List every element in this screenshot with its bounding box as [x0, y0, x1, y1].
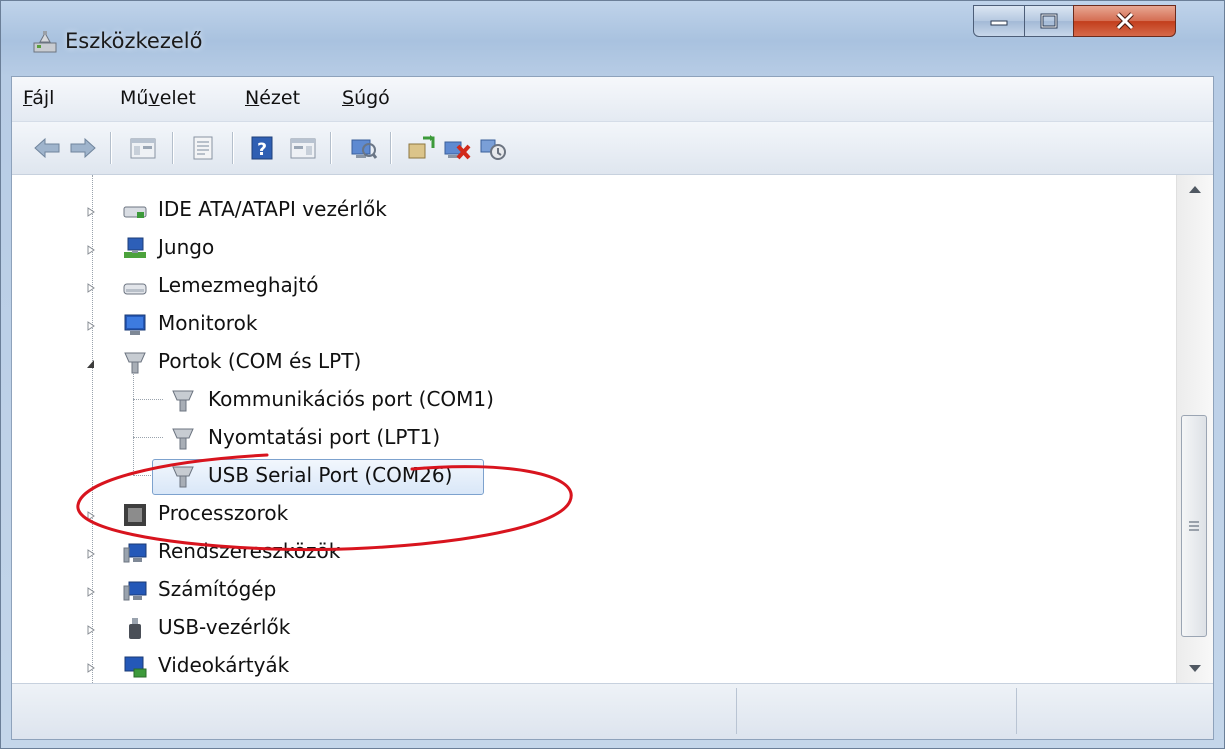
disk-drive-icon — [123, 283, 147, 295]
svg-text:?: ? — [257, 140, 267, 160]
scrollbar-thumb[interactable] — [1181, 415, 1207, 637]
menu-action-text-a: Mű — [120, 87, 149, 109]
port-icon — [172, 390, 194, 412]
annotation-ellipse — [76, 453, 573, 552]
menu-action-text-b: elet — [159, 87, 196, 109]
menu-help-accel: S — [342, 87, 355, 109]
device-tree[interactable]: IDE ATA/ATAPI vezérlők Jungo Lemezmeghaj… — [12, 175, 1213, 684]
menu-file[interactable]: Fájl — [23, 87, 54, 109]
expand-arrow-icon[interactable] — [86, 283, 96, 293]
expand-arrow-icon[interactable] — [86, 245, 96, 255]
help-icon[interactable]: ? — [248, 134, 278, 162]
back-arrow-icon[interactable] — [32, 134, 62, 162]
status-bar — [12, 684, 1213, 739]
menu-action-accel: v — [148, 87, 160, 109]
menu-action[interactable]: Művelet — [120, 87, 196, 109]
tree-item-monitors[interactable]: Monitorok — [84, 307, 484, 343]
tree-item-label: Kommunikációs port (COM1) — [208, 387, 494, 411]
tree-item-label: IDE ATA/ATAPI vezérlők — [158, 197, 387, 221]
computer-icon — [123, 581, 147, 601]
disable-device-icon[interactable] — [442, 134, 472, 162]
uninstall-device-icon[interactable] — [478, 134, 508, 162]
status-pane — [12, 688, 737, 734]
expand-arrow-icon[interactable] — [86, 625, 96, 635]
status-pane — [737, 688, 1017, 734]
tree-item-label: USB-vezérlők — [158, 615, 291, 639]
tree-guide-line — [133, 437, 163, 438]
menu-view-accel: N — [245, 87, 260, 109]
client-area: Fájl Művelet Nézet Súgó ? IDE ATA/ATAPI … — [11, 76, 1214, 740]
expand-arrow-icon[interactable] — [86, 207, 96, 217]
tree-item-usb-controllers[interactable]: USB-vezérlők — [84, 611, 484, 647]
tree-item-com1[interactable]: Kommunikációs port (COM1) — [162, 383, 582, 419]
tree-item-label: Videokártyák — [158, 653, 290, 677]
device-manager-window: Eszközkezelő Fájl Művelet Nézet Súgó ? I… — [0, 0, 1225, 749]
menu-file-text-b: ájl — [32, 87, 55, 109]
display-adapter-icon — [124, 656, 147, 678]
minimize-button[interactable] — [973, 5, 1025, 37]
forward-arrow-icon[interactable] — [68, 134, 98, 162]
maximize-icon — [1040, 13, 1058, 29]
action-pane-icon[interactable] — [288, 134, 318, 162]
toolbar-separator — [110, 132, 112, 164]
tree-item-ports[interactable]: Portok (COM és LPT) — [84, 345, 484, 381]
menu-view-text-b: ézet — [259, 87, 301, 109]
update-driver-icon[interactable] — [406, 134, 436, 162]
expand-arrow-icon[interactable] — [86, 587, 96, 597]
expand-arrow-icon[interactable] — [86, 321, 96, 331]
device-manager-icon — [33, 31, 57, 53]
tree-item-label: Monitorok — [158, 311, 258, 335]
menu-help[interactable]: Súgó — [342, 87, 390, 109]
tree-item-label: Számítógép — [158, 577, 277, 601]
window-title: Eszközkezelő — [65, 29, 203, 53]
menu-help-text-b: úgó — [354, 87, 390, 109]
close-icon — [1115, 12, 1134, 30]
tree-item-label: Portok (COM és LPT) — [158, 349, 362, 373]
scroll-down-arrow-icon[interactable] — [1177, 655, 1213, 683]
expand-arrow-icon[interactable] — [86, 663, 96, 673]
console-tree-icon[interactable] — [128, 134, 158, 162]
tree-item-computer[interactable]: Számítógép — [84, 573, 484, 609]
port-icon — [124, 352, 146, 374]
tree-item-ide-ata[interactable]: IDE ATA/ATAPI vezérlők — [84, 193, 484, 229]
jungo-device-icon — [124, 237, 146, 258]
properties-icon[interactable] — [188, 134, 218, 162]
close-button[interactable] — [1073, 5, 1176, 37]
maximize-button[interactable] — [1024, 5, 1074, 37]
tree-item-label: Jungo — [158, 235, 215, 259]
scroll-up-arrow-icon[interactable] — [1177, 175, 1213, 203]
toolbar: ? — [12, 122, 1213, 175]
tree-guide-line — [133, 399, 163, 400]
toolbar-separator — [330, 132, 332, 164]
menu-view[interactable]: Nézet — [245, 87, 300, 109]
tree-item-disk-drives[interactable]: Lemezmeghajtó — [84, 269, 484, 305]
grip-icon — [1189, 521, 1199, 531]
toolbar-separator — [390, 132, 392, 164]
minimize-icon — [990, 20, 1008, 26]
menu-file-accel: F — [23, 87, 33, 109]
scan-hardware-icon[interactable] — [348, 134, 378, 162]
tree-item-label: Lemezmeghajtó — [158, 273, 319, 297]
toolbar-separator — [232, 132, 234, 164]
ide-controller-icon — [123, 206, 147, 218]
monitor-icon — [124, 314, 146, 335]
toolbar-separator — [172, 132, 174, 164]
vertical-scrollbar[interactable] — [1176, 175, 1213, 683]
title-bar[interactable]: Eszközkezelő — [1, 1, 1224, 73]
usb-controller-icon — [129, 618, 141, 639]
menu-bar: Fájl Művelet Nézet Súgó — [12, 77, 1213, 122]
tree-item-jungo[interactable]: Jungo — [84, 231, 484, 267]
collapse-arrow-icon[interactable] — [86, 359, 96, 369]
tree-item-display-adapters[interactable]: Videokártyák — [84, 649, 484, 683]
